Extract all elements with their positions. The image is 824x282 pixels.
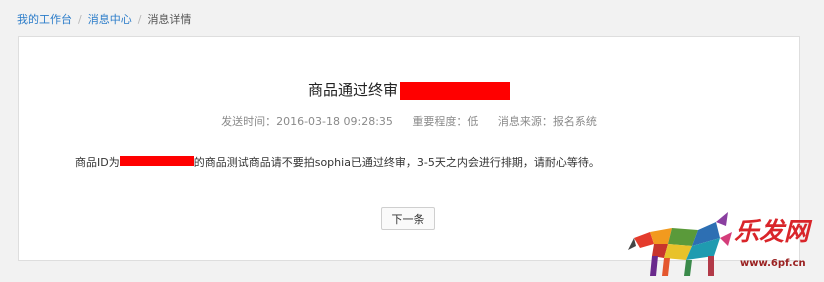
message-title: 商品通过终审 <box>307 81 398 99</box>
importance: 重要程度：低 <box>412 115 479 128</box>
site-watermark: 乐发网 www.6pf.cn <box>628 210 824 282</box>
message-source: 消息来源：报名系统 <box>497 115 597 128</box>
breadcrumb-message-center-link[interactable]: 消息中心 <box>88 13 132 26</box>
breadcrumb-separator: / <box>137 13 142 26</box>
breadcrumb-separator: / <box>78 13 82 26</box>
watermark-brand: 乐发网 <box>734 217 810 246</box>
message-body: 商品ID为 的商品测试商品请不要拍sophia已通过终审，3-5天之内会进行排期，… <box>75 156 600 170</box>
next-message-button[interactable]: 下一条 <box>381 207 435 230</box>
message-title-row: 商品通过终审 <box>19 81 799 100</box>
breadcrumb-workbench-link[interactable]: 我的工作台 <box>17 13 72 26</box>
breadcrumb-current: 消息详情 <box>147 13 192 26</box>
watermark-url: www.6pf.cn <box>740 258 806 269</box>
message-meta: 发送时间：2016-03-18 09:28:35 重要程度：低 消息来源：报名系… <box>19 115 799 129</box>
message-body-prefix: 商品ID为 <box>75 156 120 169</box>
redacted-product-id <box>119 156 194 166</box>
breadcrumb: 我的工作台 / 消息中心 / 消息详情 <box>17 13 191 27</box>
bull-logo-icon <box>628 212 732 276</box>
redacted-block <box>400 81 510 100</box>
message-body-suffix: 的商品测试商品请不要拍sophia已通过终审，3-5天之内会进行排期，请耐心等待… <box>193 156 600 169</box>
send-time: 发送时间：2016-03-18 09:28:35 <box>221 115 393 128</box>
